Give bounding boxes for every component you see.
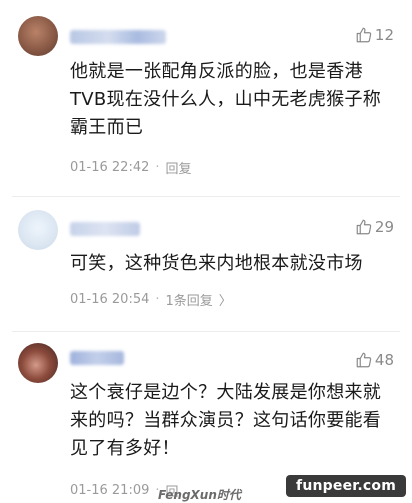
watermark: FengXun时代 [158, 488, 241, 502]
comment-time: 01-16 20:54 [70, 292, 150, 307]
site-badge: funpeer.com [286, 475, 406, 497]
comment-time: 01-16 21:09 [70, 483, 150, 498]
like-count: 48 [374, 351, 394, 369]
comment-meta: 01-16 22:42 · 回复 [70, 158, 192, 177]
comment-text: 他就是一张配角反派的脸，也是香港TVB现在没什么人，山中无老虎猴子称霸王而已 [70, 61, 382, 138]
like-button[interactable]: 48 [355, 351, 394, 369]
comment-text: 可笑，这种货色来内地根本就没市场 [70, 253, 363, 274]
username-blurred[interactable] [70, 222, 140, 236]
comment-text: 这个衰仔是边个？大陆发展是你想来就来的吗？当群众演员？这句话你要能看见了有多好！ [70, 382, 382, 459]
comment-list: 12 他就是一张配角反派的脸，也是香港TVB现在没什么人，山中无老虎猴子称霸王而… [0, 0, 412, 503]
avatar[interactable] [18, 210, 58, 250]
replies-link[interactable]: 1条回复 [166, 290, 213, 309]
avatar[interactable] [18, 16, 58, 56]
meta-separator: · [155, 292, 160, 307]
thumbs-up-icon [356, 219, 372, 235]
reply-button[interactable]: 回复 [166, 158, 192, 177]
comment-time: 01-16 22:42 [70, 160, 150, 175]
comment-item: 12 他就是一张配角反派的脸，也是香港TVB现在没什么人，山中无老虎猴子称霸王而… [0, 0, 412, 196]
username-blurred[interactable] [70, 30, 166, 44]
comment-meta: 01-16 20:54 · 1条回复 〉 [70, 290, 232, 309]
thumbs-up-icon [356, 352, 372, 368]
username-blurred[interactable] [70, 351, 124, 365]
like-button[interactable]: 12 [355, 26, 394, 44]
like-count: 12 [374, 26, 394, 44]
chevron-right-icon[interactable]: 〉 [219, 290, 232, 309]
like-button[interactable]: 29 [355, 218, 394, 236]
comment-item: 29 可笑，这种货色来内地根本就没市场 01-16 20:54 · 1条回复 〉 [0, 196, 412, 331]
avatar[interactable] [18, 343, 58, 383]
like-count: 29 [374, 218, 394, 236]
thumbs-up-icon [356, 27, 372, 43]
meta-separator: · [155, 160, 160, 175]
